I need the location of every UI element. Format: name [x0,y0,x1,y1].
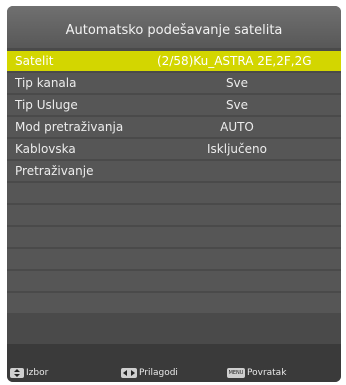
menu-item-label: Tip Usluge [15,98,78,112]
menu-item-value: Sve [225,98,249,112]
empty-row [7,249,341,269]
menu-key-icon: MENU [227,368,245,378]
menu-item-satelit[interactable]: Satelit (2/58)Ku_ASTRA 2E,2F,2G [7,51,341,71]
menu-item-tip-kanala[interactable]: Tip kanala Sve [7,73,341,93]
left-right-arrows-icon [121,368,137,378]
satellite-autotune-panel: Automatsko podešavanje satelita Satelit … [7,6,341,382]
menu-item-value: Sve [225,76,249,90]
menu-item-label: Tip kanala [15,76,77,90]
menu-item-value: Isključeno [207,142,267,156]
hint-back-label: Povratak [247,368,287,378]
menu-item-mod-pretrazivanja[interactable]: Mod pretraživanja AUTO [7,117,341,137]
empty-row [7,183,341,203]
menu-item-kablovska[interactable]: Kablovska Isključeno [7,139,341,159]
menu-item-label: Mod pretraživanja [15,120,124,134]
hint-bar: Izbor Prilagodi MENU Povratak [7,344,341,382]
hint-back: MENU Povratak [227,367,286,379]
menu-item-label: Pretraživanje [15,164,94,178]
menu-title: Automatsko podešavanje satelita [7,6,341,48]
empty-row [7,293,341,313]
hint-select-label: Izbor [26,368,49,378]
menu-item-tip-usluge[interactable]: Tip Usluge Sve [7,95,341,115]
up-down-arrows-icon [10,368,24,378]
hint-select: Izbor [10,367,48,379]
menu-item-label: Kablovska [15,142,76,156]
empty-row [7,205,341,225]
menu-item-value: AUTO [220,120,254,134]
menu-item-value: (2/58)Ku_ASTRA 2E,2F,2G [157,54,312,68]
empty-row [7,227,341,247]
menu-item-label: Satelit [15,54,54,68]
menu-item-pretrazivanje[interactable]: Pretraživanje [7,161,341,181]
hint-adjust: Prilagodi [121,367,178,379]
menu-list: Satelit (2/58)Ku_ASTRA 2E,2F,2G Tip kana… [7,51,341,315]
empty-row [7,271,341,291]
hint-adjust-label: Prilagodi [139,368,178,378]
